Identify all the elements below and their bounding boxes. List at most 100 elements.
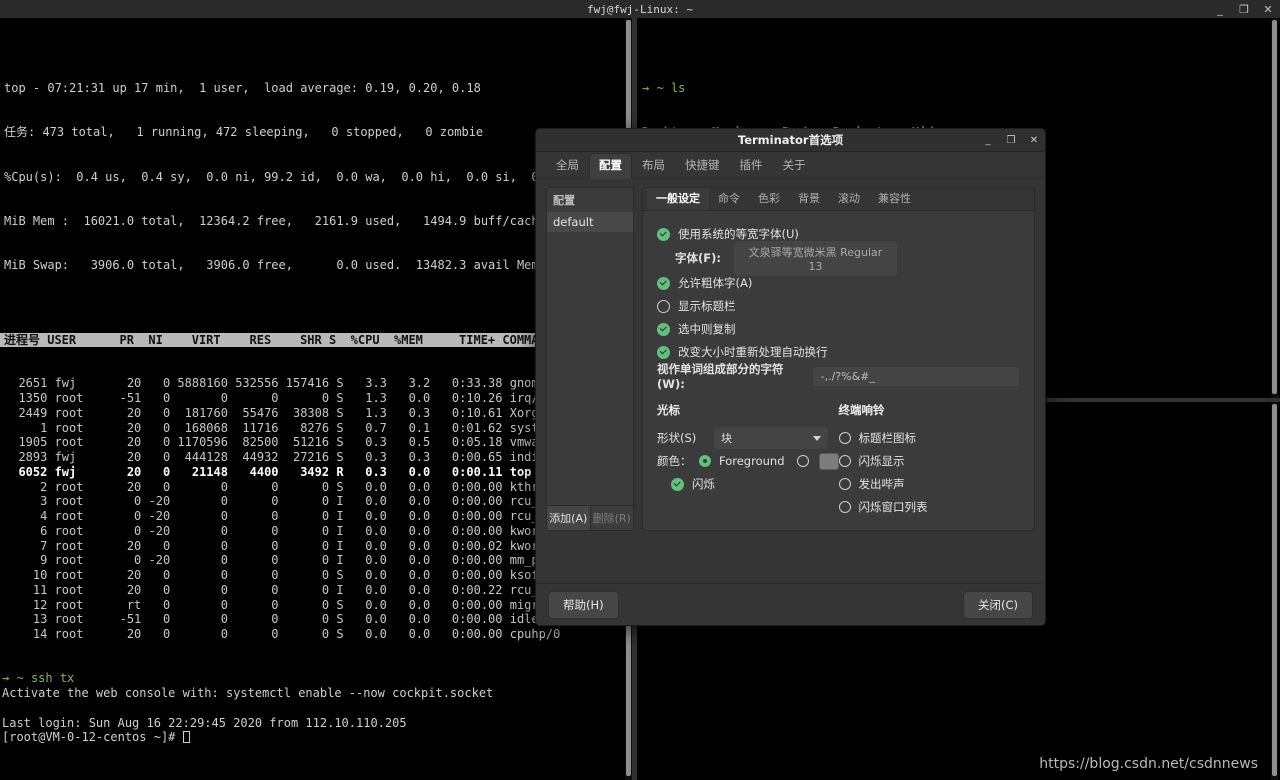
general-settings-panel: 使用系统的等宽字体(U) 字体(F): 文泉驿等宽微米黑 Regular 13 … <box>643 211 1034 530</box>
bell-option-row[interactable]: 标题栏图标 <box>839 427 1021 449</box>
close-icon[interactable]: ✕ <box>1262 4 1274 15</box>
cursor-and-bell-groups: 光标 形状(S) 块 颜色： Foreground <box>657 402 1020 519</box>
option-show-titlebar[interactable]: 显示标题栏 <box>657 295 1020 317</box>
top-mem-line: MiB Mem : 16021.0 total, 12364.2 free, 2… <box>4 214 624 229</box>
wordchars-field-row: 视作单词组成部分的字符(W): -,./?%&#_ <box>657 364 1020 388</box>
preferences-sub-tabs: 一般设定命令色彩背景滚动兼容性 <box>643 188 1034 211</box>
subtab-item[interactable]: 兼容性 <box>869 187 920 210</box>
add-profile-button[interactable]: 添加(A) <box>547 506 591 530</box>
prompt-arrow-icon: → <box>2 671 9 685</box>
bell-option-label: 闪烁显示 <box>859 453 905 469</box>
wordchars-label: 视作单词组成部分的字符(W): <box>657 361 800 391</box>
shell-line-lastlogin: Last login: Sun Aug 16 22:29:45 2020 fro… <box>2 716 628 731</box>
option-label: 允许粗体字(A) <box>678 275 752 291</box>
subtab-item[interactable]: 色彩 <box>749 187 789 210</box>
subtab-item[interactable]: 滚动 <box>829 187 869 210</box>
terminal-title: fwj@fwj-Linux: ~ <box>587 3 693 16</box>
option-label: 显示标题栏 <box>678 298 736 314</box>
top-summary-block: top - 07:21:31 up 17 min, 1 user, load a… <box>0 48 628 303</box>
tab-main[interactable]: 插件 <box>730 153 773 178</box>
cursor-color-label: 颜色： <box>657 453 699 469</box>
top-process-list: 2651 fwj 20 0 5888160 532556 157416 S 3.… <box>0 376 628 642</box>
radio-unselected-icon[interactable] <box>839 501 851 513</box>
shell-output-left: → ~ ssh txActivate the web console with:… <box>0 671 628 745</box>
option-copy-on-selection[interactable]: 选中则复制 <box>657 318 1020 340</box>
checkbox-checked-icon[interactable] <box>657 277 670 290</box>
checkbox-checked-icon[interactable] <box>657 323 670 336</box>
right-prompt-line: → ~ ls <box>642 81 1272 96</box>
tab-main[interactable]: 快捷键 <box>675 153 730 178</box>
checkbox-checked-icon[interactable] <box>657 228 670 241</box>
shell-prompt-line: → ~ ssh tx <box>2 671 628 686</box>
prompt-tilde: ~ <box>656 81 663 95</box>
terminal-pane-left[interactable]: top - 07:21:31 up 17 min, 1 user, load a… <box>0 18 628 780</box>
scrollbar-right-bottom-pane[interactable] <box>1271 402 1278 780</box>
scrollbar-right-top-pane[interactable] <box>1271 18 1278 398</box>
cursor-color-row: 颜色： Foreground <box>657 450 839 472</box>
preferences-titlebar: Terminator首选项 _ ❐ ✕ <box>536 129 1045 152</box>
bell-option-row[interactable]: 闪烁显示 <box>839 450 1021 472</box>
top-columns-header: 进程号 USER PR NI VIRT RES SHR S %CPU %MEM … <box>0 333 620 347</box>
preferences-body: 配置 default 添加(A) 删除(R) 一般设定命令色彩背景滚动兼容性 使… <box>536 179 1045 531</box>
subtab-item[interactable]: 背景 <box>789 187 829 210</box>
cursor-blink-row[interactable]: 闪烁 <box>657 473 839 495</box>
profile-list[interactable]: 配置 default <box>546 187 634 506</box>
subtab-active[interactable]: 一般设定 <box>647 187 709 210</box>
cursor-group: 光标 形状(S) 块 颜色： Foreground <box>657 402 839 519</box>
scrollbar-thumb[interactable] <box>1272 20 1277 394</box>
radio-unselected-icon[interactable] <box>839 455 851 467</box>
font-field-row: 字体(F): 文泉驿等宽微米黑 Regular 13 <box>657 246 1020 270</box>
checkbox-checked-icon[interactable] <box>657 346 670 359</box>
option-rewrap-on-resize[interactable]: 改变大小时重新处理自动换行 <box>657 341 1020 363</box>
scrollbar-thumb[interactable] <box>1272 404 1277 776</box>
wordchars-input[interactable]: -,./?%&#_ <box>812 366 1020 387</box>
prefs-close-icon[interactable]: ✕ <box>1029 135 1039 146</box>
option-label: 改变大小时重新处理自动换行 <box>678 344 828 360</box>
preferences-dialog: Terminator首选项 _ ❐ ✕ 全局配置布局快捷键插件关于 配置 def… <box>535 128 1046 626</box>
font-button[interactable]: 文泉驿等宽微米黑 Regular 13 <box>733 240 898 277</box>
checkbox-unchecked-icon[interactable] <box>657 300 670 313</box>
shell-line-blank <box>2 701 628 716</box>
terminal-titlebar: fwj@fwj-Linux: ~ _ ❐ ✕ <box>0 0 1280 18</box>
tab-main[interactable]: 布局 <box>632 153 675 178</box>
cursor-shape-value: 块 <box>721 430 732 446</box>
window-controls: _ ❐ ✕ <box>1214 0 1274 18</box>
bell-option-row[interactable]: 发出哔声 <box>839 473 1021 495</box>
tab-active-main[interactable]: 配置 <box>589 153 632 179</box>
bell-option-row[interactable]: 闪烁窗口列表 <box>839 496 1021 518</box>
bell-options-list: 标题栏图标闪烁显示发出哔声闪烁窗口列表 <box>839 427 1021 518</box>
profile-list-header: 配置 <box>547 188 633 212</box>
cursor-shape-row: 形状(S) 块 <box>657 427 839 449</box>
prompt-tilde: ~ <box>16 671 23 685</box>
shell-line-activate: Activate the web console with: systemctl… <box>2 686 628 701</box>
profile-content-column: 一般设定命令色彩背景滚动兼容性 使用系统的等宽字体(U) 字体(F): 文泉驿等… <box>642 187 1035 531</box>
preferences-footer: 帮助(H) 关闭(C) <box>536 583 1045 625</box>
bell-option-label: 闪烁窗口列表 <box>859 499 928 515</box>
help-button[interactable]: 帮助(H) <box>548 591 619 619</box>
close-dialog-button[interactable]: 关闭(C) <box>963 591 1033 619</box>
profile-buttons: 添加(A) 删除(R) <box>546 506 634 531</box>
maximize-icon[interactable]: ❐ <box>1238 4 1250 15</box>
radio-cursor-custom[interactable] <box>797 455 809 467</box>
process-row: 14 root 20 0 0 0 0 S 0.0 0.0 0:00.00 cpu… <box>4 627 628 642</box>
subtab-item[interactable]: 命令 <box>709 187 749 210</box>
top-tasks-line: 任务: 473 total, 1 running, 472 sleeping, … <box>4 125 624 140</box>
cursor-color-swatch[interactable] <box>819 453 839 470</box>
radio-unselected-icon[interactable] <box>839 432 851 444</box>
radio-unselected-icon[interactable] <box>839 478 851 490</box>
prefs-maximize-icon[interactable]: ❐ <box>1006 135 1016 146</box>
tab-main[interactable]: 关于 <box>773 153 816 178</box>
remove-profile-button: 删除(R) <box>591 506 634 530</box>
radio-cursor-foreground[interactable] <box>699 455 711 467</box>
checkbox-checked-icon[interactable] <box>671 478 684 491</box>
preferences-title: Terminator首选项 <box>738 132 843 148</box>
minimize-icon[interactable]: _ <box>1214 4 1226 15</box>
tab-main[interactable]: 全局 <box>546 153 589 178</box>
profile-item-default[interactable]: default <box>547 212 633 232</box>
cursor-shape-select[interactable]: 块 <box>713 426 829 450</box>
prefs-minimize-icon[interactable]: _ <box>983 135 993 146</box>
font-label: 字体(F): <box>675 250 721 266</box>
preferences-main-tabs: 全局配置布局快捷键插件关于 <box>536 152 1045 179</box>
cursor-shape-label: 形状(S) <box>657 430 713 446</box>
top-uptime-line: top - 07:21:31 up 17 min, 1 user, load a… <box>4 81 624 96</box>
